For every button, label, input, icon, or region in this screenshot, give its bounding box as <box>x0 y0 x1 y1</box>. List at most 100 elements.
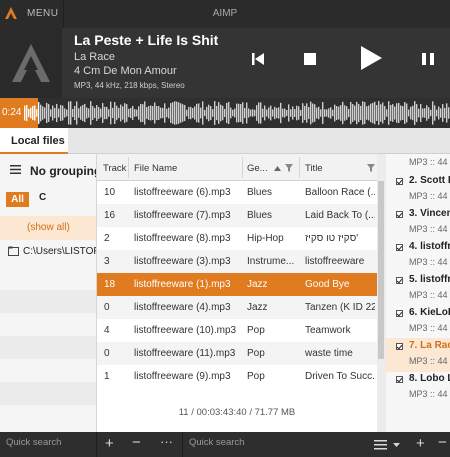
table-row[interactable]: 0 listoffreeware (11).mp3 Pop waste time <box>97 342 377 365</box>
player-panel: La Peste + Life Is Shit La Race 4 Cm De … <box>0 28 450 98</box>
play-icon[interactable] <box>358 44 384 72</box>
cell-file: listoffreeware (6).mp3 <box>134 187 231 198</box>
filter-all-button[interactable]: All <box>6 192 29 207</box>
cell-track: 10 <box>104 187 116 198</box>
cell-title: listoffreeware <box>305 256 365 267</box>
playlist-item-checkbox[interactable] <box>396 211 403 218</box>
table-row[interactable]: 10 listoffreeware (6).mp3 Blues Balloon Rac… <box>97 181 377 204</box>
playlist-item-title: 4. listoffr <box>409 241 450 252</box>
folder-icon <box>8 246 19 256</box>
playlist-item-checkbox[interactable] <box>396 310 403 317</box>
hamburger-menu-icon[interactable] <box>10 165 21 174</box>
track-album: 4 Cm De Mon Amour <box>74 65 177 77</box>
folder-path: C:\Users\LISTOFF <box>23 246 96 257</box>
table-row[interactable]: 3 listoffreeware (3).mp3 Instrume... listof… <box>97 250 377 273</box>
quick-search-input[interactable]: Quick search <box>6 437 61 452</box>
table-row[interactable]: 16 listoffreeware (7).mp3 Blues Laid Back T… <box>97 204 377 227</box>
letter-filter-row: All C <box>0 187 96 213</box>
scrollbar-thumb[interactable] <box>378 181 384 359</box>
remove-playlist-icon[interactable]: − <box>438 435 447 450</box>
cell-track: 2 <box>104 233 110 244</box>
playlist-item[interactable]: 3. VincentMP3 :: 44 <box>386 206 450 240</box>
playlist-item[interactable]: 4. listoffr MP3 :: 44 <box>386 239 450 273</box>
column-title[interactable]: Title <box>305 163 323 174</box>
filter-icon[interactable] <box>285 164 293 172</box>
column-divider[interactable] <box>299 157 300 178</box>
playlist-item-meta: MP3 :: 44 <box>409 389 448 399</box>
playlist-menu-icon[interactable] <box>374 440 387 450</box>
grouping-label[interactable]: No grouping <box>30 164 96 178</box>
cell-track: 4 <box>104 325 110 336</box>
playlist-item-meta: MP3 :: 44 <box>409 191 448 201</box>
filter-icon[interactable] <box>367 164 375 172</box>
column-divider[interactable] <box>242 157 243 178</box>
table-row[interactable]: 4 listoffreeware (10).mp3 Pop Teamwork <box>97 319 377 342</box>
cell-file: listoffreeware (8).mp3 <box>134 233 231 244</box>
table-row[interactable]: 2 listoffreeware (8).mp3 Hip-Hop סקיז טו סק… <box>97 227 377 250</box>
folder-item[interactable]: C:\Users\LISTOFF <box>0 242 96 266</box>
cell-file: listoffreeware (4).mp3 <box>134 302 231 313</box>
playlist-item-checkbox[interactable] <box>396 376 403 383</box>
playlist-item-meta: MP3 :: 44 <box>409 157 448 167</box>
table-summary: 11 / 00:03:43:40 / 71.77 MB <box>178 407 296 418</box>
track-title: La Peste + Life Is Shit <box>74 32 219 48</box>
track-artist: La Race <box>74 51 115 63</box>
title-bar: MENU AIMP <box>0 0 450 28</box>
cell-track: 0 <box>104 348 110 359</box>
column-track[interactable]: Track <box>103 163 126 174</box>
playlist-item-checkbox[interactable] <box>396 277 403 284</box>
previous-track-icon[interactable] <box>250 51 266 67</box>
playlist-item-title: 5. listoffr <box>409 274 450 285</box>
stop-icon[interactable] <box>303 52 317 66</box>
playlist-item-title: 6. KieLoBo <box>409 307 450 318</box>
cell-genre: Pop <box>247 348 265 359</box>
playlist-item-checkbox[interactable] <box>396 178 403 185</box>
playlist-item-meta: MP3 :: 44 <box>409 224 448 234</box>
cell-file: listoffreeware (11).mp3 <box>134 348 236 359</box>
aimp-logo-icon <box>12 44 50 82</box>
cell-genre: Instrume... <box>247 256 295 267</box>
add-icon[interactable]: + <box>105 436 114 451</box>
table-row[interactable]: 1 listoffreeware (9).mp3 Pop Driven To Succ… <box>97 365 377 388</box>
column-divider[interactable] <box>128 157 129 178</box>
playlist-item-title: 8. Lobo Lo <box>409 373 450 384</box>
tab-local-files[interactable]: Local files <box>0 128 68 154</box>
filter-c-button[interactable]: C <box>39 192 46 203</box>
playlist-item[interactable]: 6. KieLoBoMP3 :: 44 <box>386 305 450 339</box>
empty-row <box>0 336 96 359</box>
table-scrollbar[interactable] <box>377 181 385 432</box>
cell-track: 3 <box>104 256 110 267</box>
album-cover <box>0 28 62 98</box>
chevron-down-icon[interactable] <box>393 443 400 447</box>
table-row[interactable]: 0 listoffreeware (4).mp3 Jazz Tanzen (K ID … <box>97 296 377 319</box>
column-genre[interactable]: Ge... <box>247 163 268 174</box>
playlist-item-checkbox[interactable] <box>396 244 403 251</box>
pause-icon[interactable] <box>421 52 435 66</box>
playlist-item-title: 7. La Race <box>409 340 450 351</box>
playlist-item-checkbox[interactable] <box>396 343 403 350</box>
table-row[interactable]: 18 listoffreeware (1).mp3 Jazz Good Bye <box>97 273 377 296</box>
track-format-info: MP3, 44 kHz, 218 kbps, Stereo <box>74 81 185 90</box>
sort-ascending-icon[interactable] <box>274 166 281 171</box>
cell-file: listoffreeware (10).mp3 <box>134 325 237 336</box>
cell-title: waste time <box>305 348 353 359</box>
playlist-item[interactable]: 8. Lobo LoMP3 :: 44 <box>386 371 450 405</box>
grouping-panel: No grouping All C (show all) C:\Users\LI… <box>0 154 97 432</box>
cell-title: Good Bye <box>305 279 350 290</box>
waveform-seekbar[interactable]: 0:24 <box>0 98 450 128</box>
quick-search-input[interactable]: Quick search <box>189 437 244 452</box>
playlist-item[interactable]: 2. Scott HMP3 :: 44 <box>386 173 450 207</box>
cell-file: listoffreeware (7).mp3 <box>134 210 231 221</box>
app-title: AIMP <box>212 8 238 19</box>
playlist-panel: MP3 :: 44 2. Scott HMP3 :: 443. VincentM… <box>386 154 450 432</box>
cell-title: Teamwork <box>305 325 351 336</box>
cell-title: Laid Back To (... <box>305 210 375 221</box>
column-file-name[interactable]: File Name <box>134 163 177 174</box>
playlist-item[interactable]: 7. La RaceMP3 :: 44 <box>386 338 450 372</box>
remove-icon[interactable]: − <box>132 435 141 450</box>
waveform-graphic <box>24 101 450 125</box>
playlist-item[interactable]: 5. listoffr MP3 :: 44 <box>386 272 450 306</box>
show-all-item[interactable]: (show all) <box>0 216 96 240</box>
add-playlist-icon[interactable]: + <box>416 436 425 451</box>
more-options-icon[interactable]: ··· <box>160 434 173 449</box>
